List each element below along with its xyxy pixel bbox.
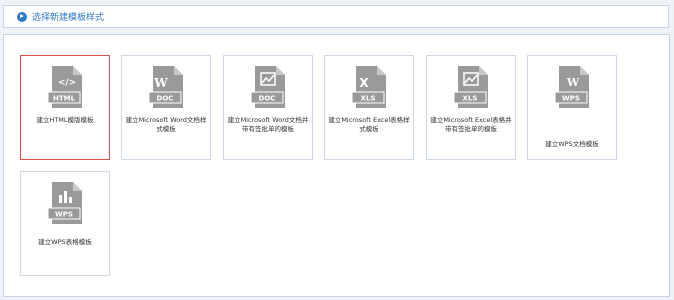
template-card-word-approval[interactable]: DOC 建立Microsoft Word文档并带有签批单的模板: [223, 55, 313, 160]
file-badge: HTML: [53, 95, 76, 103]
section-title: 选择新建模板样式: [32, 13, 105, 23]
file-badge: XLS: [463, 95, 478, 103]
file-badge: DOC: [259, 95, 276, 103]
template-card-html[interactable]: HTML </> 建立HTML模版模板: [20, 55, 110, 160]
excel-file-icon: XLS X: [351, 66, 386, 108]
template-label: 建立WPS文档模板: [545, 140, 599, 148]
template-card-word[interactable]: DOC W 建立Microsoft Word文档样式模板: [121, 55, 211, 160]
template-card-wps-doc[interactable]: WPS W 建立WPS文档模板: [527, 55, 617, 160]
template-panel: HTML </> 建立HTML模版模板 DOC W 建立Microsoft Wo…: [3, 34, 670, 297]
template-card-excel[interactable]: XLS X 建立Microsoft Excel表格样式模板: [324, 55, 414, 160]
template-label: 建立Microsoft Excel表格样式模板: [328, 116, 410, 133]
file-badge: WPS: [562, 95, 580, 103]
template-card-excel-approval[interactable]: XLS 建立Microsoft Excel表格并带有签批单的模板: [426, 55, 516, 160]
template-card-wps-sheet[interactable]: WPS 建立WPS表格模板: [20, 171, 110, 276]
wps-chart-file-icon: WPS: [47, 182, 82, 224]
word-file-icon: DOC W: [148, 66, 183, 108]
template-label: 建立WPS表格模板: [38, 238, 92, 246]
svg-text:W: W: [566, 76, 580, 89]
html-file-icon: HTML </>: [47, 66, 82, 108]
template-label: 建立Microsoft Excel表格并带有签批单的模板: [430, 116, 512, 133]
svg-text:W: W: [153, 76, 168, 90]
file-badge: XLS: [361, 95, 376, 103]
template-label: 建立HTML模版模板: [36, 116, 94, 124]
file-badge: DOC: [157, 95, 174, 103]
section-header: 选择新建模板样式: [3, 5, 669, 28]
arrow-circle-icon: [17, 11, 27, 22]
wps-file-icon: WPS W: [554, 66, 589, 108]
excel-chart-file-icon: XLS: [453, 66, 488, 108]
svg-text:X: X: [359, 76, 369, 90]
word-chart-file-icon: DOC: [250, 66, 285, 108]
template-label: 建立Microsoft Word文档样式模板: [125, 116, 207, 133]
template-label: 建立Microsoft Word文档并带有签批单的模板: [227, 116, 309, 133]
svg-text:</>: </>: [58, 78, 76, 88]
file-badge: WPS: [55, 211, 73, 219]
